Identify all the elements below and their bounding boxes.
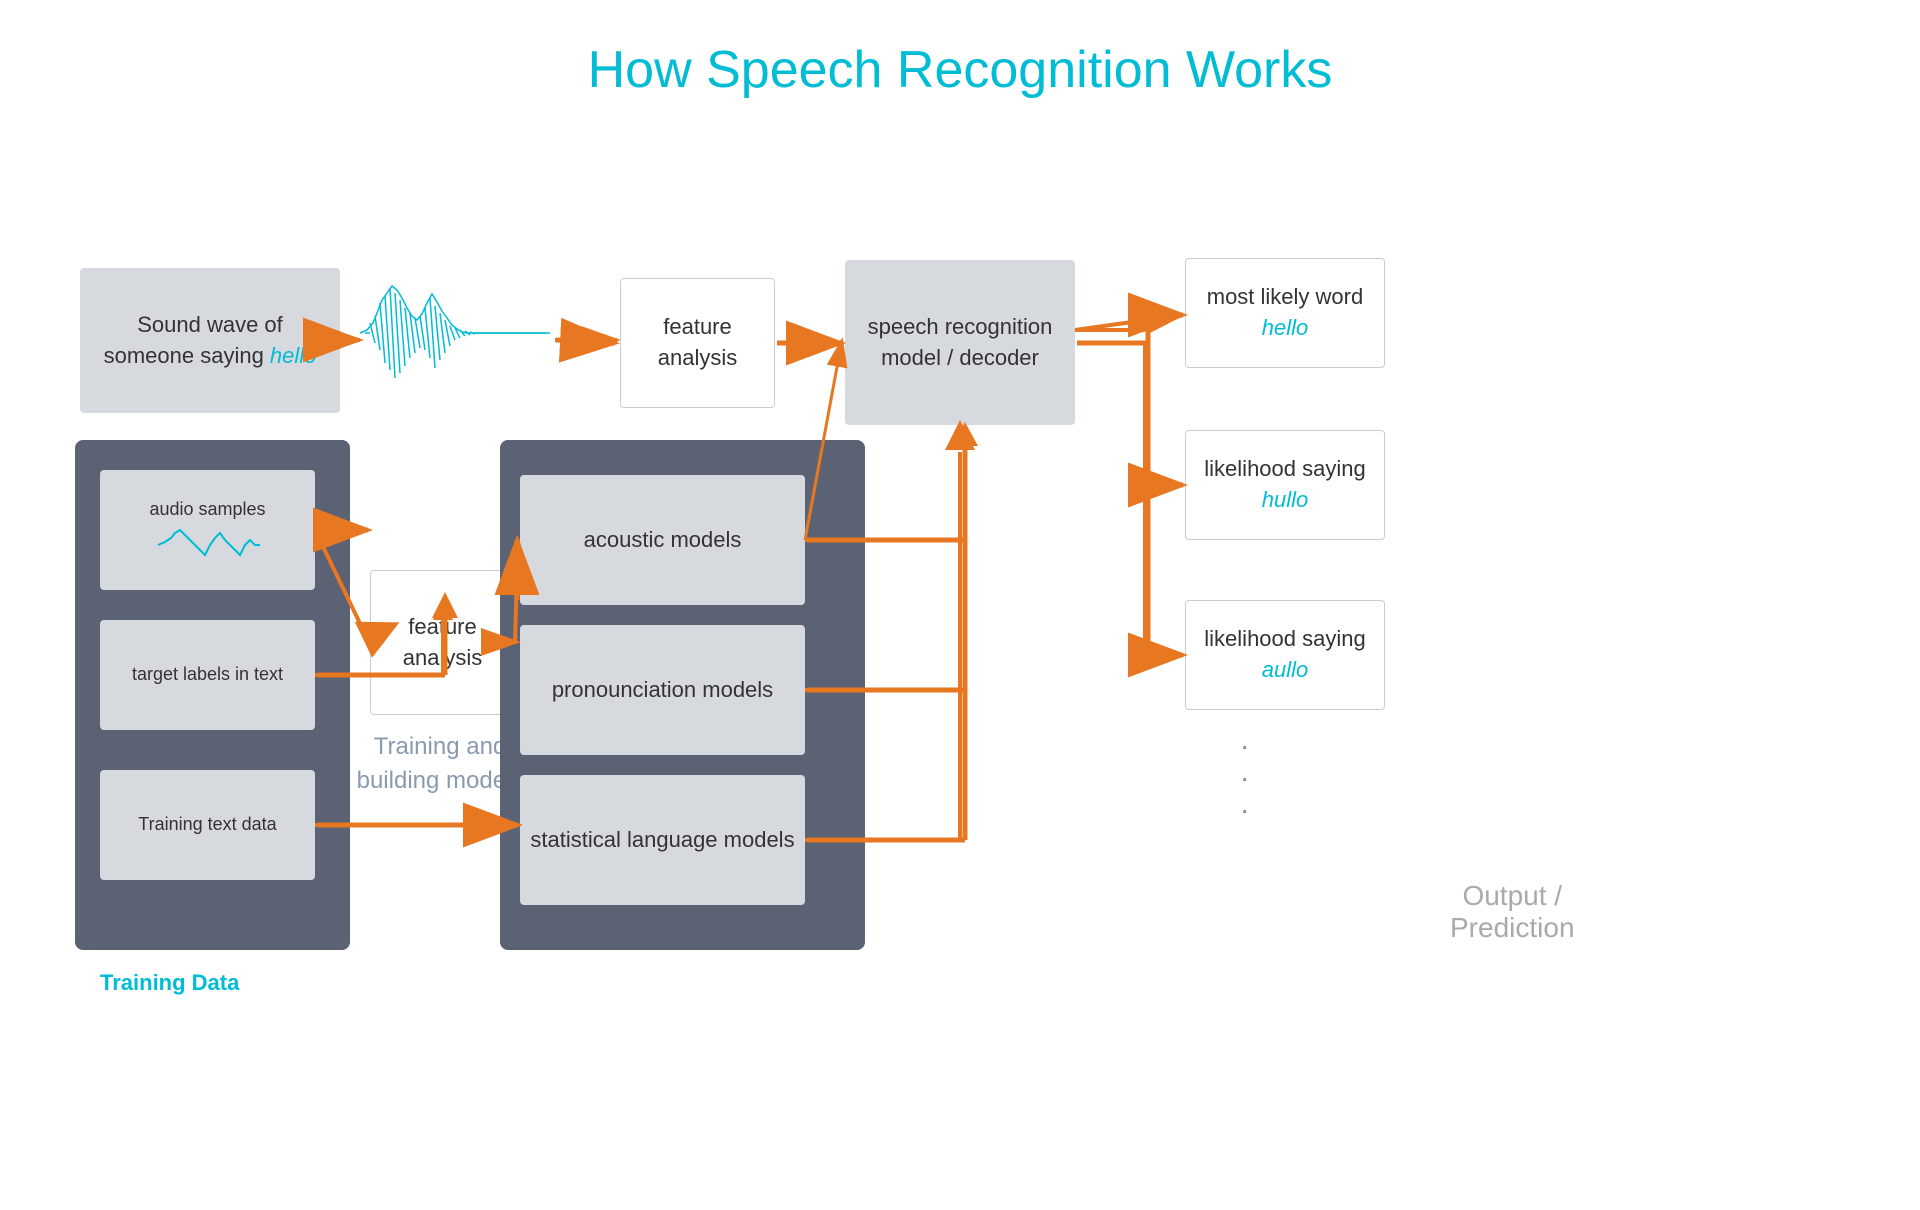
likelihood1-box: likelihood saying hullo [1185,430,1385,540]
sound-wave-box: Sound wave of someone saying hello [80,268,340,413]
target-labels-box: target labels in text [100,620,315,730]
likelihood2-label: likelihood saying aullo [1196,624,1374,686]
output-label: Output /Prediction [1450,880,1575,944]
most-likely-label: most likely word hello [1196,282,1374,344]
speech-model-box: speech recognition model / decoder [845,260,1075,425]
training-data-label: Training Data [100,970,239,996]
statistical-models-box: statistical language models [520,775,805,905]
dots: ··· [1240,730,1257,826]
audio-samples-box: audio samples [100,470,315,590]
audio-wave-mini [153,528,263,563]
audio-samples-label: audio samples [149,497,265,522]
feature-analysis-top-label: feature analysis [621,312,774,374]
acoustic-models-label: acoustic models [584,525,742,556]
training-text-label: Training text data [138,812,276,837]
target-labels-label: target labels in text [132,662,283,687]
sound-wave-visual [355,278,555,388]
acoustic-models-box: acoustic models [520,475,805,605]
statistical-models-label: statistical language models [530,825,794,856]
sound-wave-text: Sound wave of someone saying hello [96,310,324,372]
likelihood1-label: likelihood saying hullo [1196,454,1374,516]
speech-model-label: speech recognition model / decoder [855,312,1065,374]
feature-analysis-training-box: feature analysis [370,570,515,715]
training-text-box: Training text data [100,770,315,880]
likelihood2-box: likelihood saying aullo [1185,600,1385,710]
pronunciation-models-box: pronounciation models [520,625,805,755]
page-title: How Speech Recognition Works [0,0,1920,130]
feature-analysis-training-label: feature analysis [371,612,514,674]
feature-analysis-top-box: feature analysis [620,278,775,408]
diagram-area: Sound wave of someone saying hello [0,130,1920,1090]
pronunciation-models-label: pronounciation models [552,675,773,706]
most-likely-box: most likely word hello [1185,258,1385,368]
